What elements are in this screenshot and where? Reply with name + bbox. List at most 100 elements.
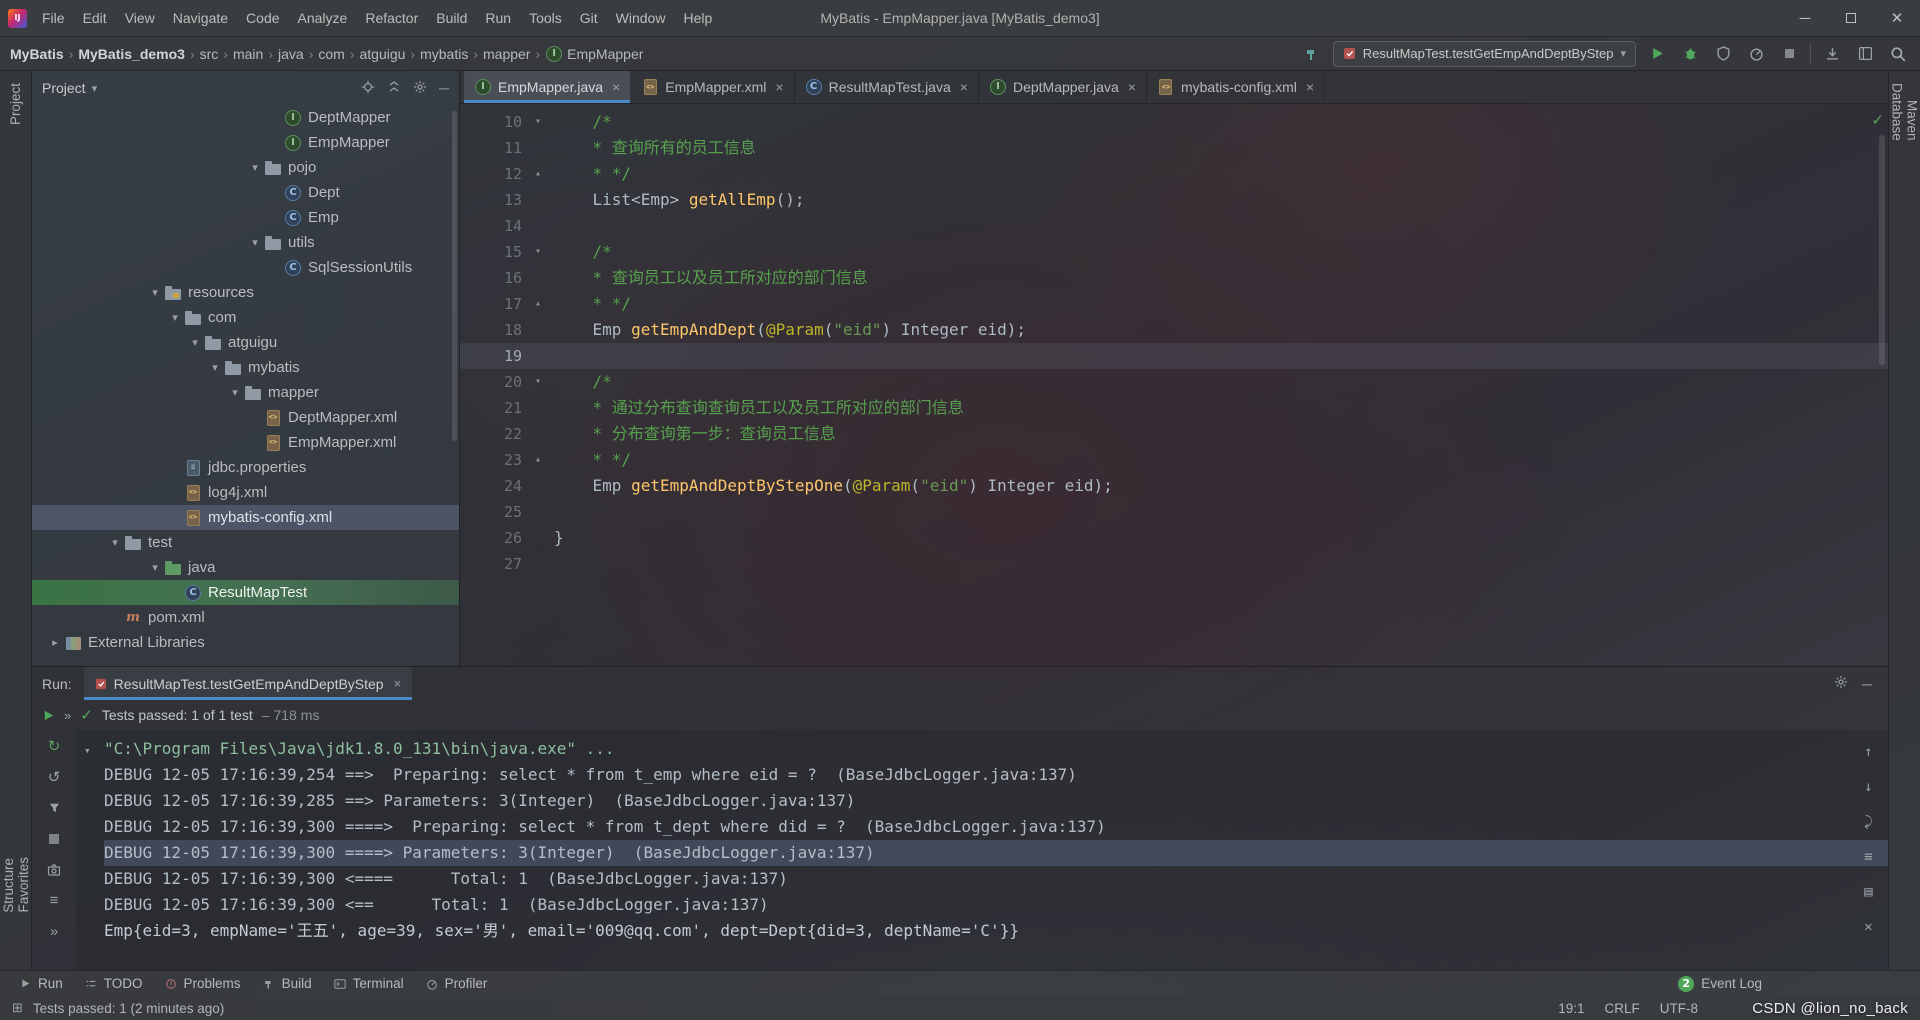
breadcrumb-item[interactable]: mybatis	[420, 46, 468, 62]
screenshot-icon[interactable]	[43, 858, 66, 881]
tree-item[interactable]: CDept	[32, 180, 459, 205]
print-icon[interactable]: ▤	[1857, 880, 1880, 903]
menu-run[interactable]: Run	[476, 0, 520, 37]
file-encoding[interactable]: UTF-8	[1660, 1001, 1698, 1016]
event-log-button[interactable]: 2 Event Log	[1678, 976, 1912, 992]
tool-tab-terminal[interactable]: Terminal	[323, 971, 415, 996]
build-hammer-icon[interactable]	[1300, 42, 1324, 66]
minimize-button[interactable]: ─	[1782, 0, 1828, 37]
menu-file[interactable]: File	[33, 0, 74, 37]
expand-icon[interactable]: »	[64, 708, 71, 723]
tool-tab-problems[interactable]: Problems	[154, 971, 252, 996]
run-configuration-select[interactable]: ResultMapTest.testGetEmpAndDeptByStep ▾	[1333, 41, 1636, 67]
breadcrumb-item[interactable]: IEmpMapper	[545, 45, 643, 63]
project-panel-title[interactable]: Project	[42, 80, 86, 96]
more-actions-icon[interactable]: »	[43, 920, 66, 943]
console-output[interactable]: ▾"C:\Program Files\Java\jdk1.8.0_131\bin…	[76, 730, 1888, 970]
close-tab-icon[interactable]: ×	[1128, 79, 1136, 95]
tree-item[interactable]: ▾mybatis	[32, 355, 459, 380]
tool-button-maven[interactable]: Maven	[1905, 88, 1920, 153]
close-tab-icon[interactable]: ×	[1306, 79, 1314, 95]
breadcrumb-item[interactable]: MyBatis_demo3	[78, 46, 185, 62]
tree-item[interactable]: IDeptMapper	[32, 105, 459, 130]
menu-edit[interactable]: Edit	[74, 0, 116, 37]
coverage-button[interactable]	[1711, 42, 1735, 66]
code-editor[interactable]: 10▾ /*11 * 查询所有的员工信息12▴ * */13 List<Emp>…	[460, 104, 1888, 666]
hide-panel-icon[interactable]: ─	[1862, 676, 1872, 692]
breadcrumb-item[interactable]: src	[200, 46, 219, 62]
editor-tab[interactable]: IDeptMapper.java×	[979, 71, 1147, 103]
tree-item[interactable]: IEmpMapper	[32, 130, 459, 155]
close-tab-icon[interactable]: ×	[612, 79, 620, 95]
tree-item[interactable]: ▾resources	[32, 280, 459, 305]
line-separator[interactable]: CRLF	[1604, 1001, 1639, 1016]
tree-item[interactable]: <>log4j.xml	[32, 480, 459, 505]
tool-button-database[interactable]: Database	[1890, 71, 1905, 153]
breadcrumb-item[interactable]: atguigu	[359, 46, 405, 62]
editor-scrollbar[interactable]	[1879, 135, 1885, 365]
close-tab-icon[interactable]: ×	[775, 79, 783, 95]
tool-button-favorites[interactable]: Favorites	[16, 845, 31, 925]
menu-navigate[interactable]: Navigate	[164, 0, 237, 37]
breadcrumb-item[interactable]: java	[278, 46, 304, 62]
collapse-all-icon[interactable]	[387, 80, 401, 97]
chevron-down-icon[interactable]: ▾	[226, 386, 244, 399]
chevron-right-icon[interactable]: ▸	[46, 636, 64, 649]
maximize-button[interactable]	[1828, 0, 1874, 37]
console-line[interactable]: DEBUG 12-05 17:16:39,300 <==== Total: 1 …	[104, 866, 1888, 892]
close-tab-icon[interactable]: ×	[960, 79, 968, 95]
menu-code[interactable]: Code	[237, 0, 288, 37]
tree-item[interactable]: ≡jdbc.properties	[32, 455, 459, 480]
fold-marker-icon[interactable]: ▴	[522, 291, 554, 317]
tree-item[interactable]: ▾atguigu	[32, 330, 459, 355]
menu-build[interactable]: Build	[427, 0, 476, 37]
fold-marker-icon[interactable]: ▾	[522, 239, 554, 265]
chevron-down-icon[interactable]: ▾	[166, 311, 184, 324]
tool-tab-todo[interactable]: TODO	[74, 971, 154, 996]
caret-position[interactable]: 19:1	[1558, 1001, 1584, 1016]
chevron-down-icon[interactable]: ▾	[92, 82, 98, 95]
console-line[interactable]: DEBUG 12-05 17:16:39,300 ====> Preparing…	[104, 814, 1888, 840]
settings-gear-icon[interactable]	[413, 80, 427, 97]
tree-item[interactable]: ▾com	[32, 305, 459, 330]
tree-item[interactable]: CSqlSessionUtils	[32, 255, 459, 280]
tree-item[interactable]: <>EmpMapper.xml	[32, 430, 459, 455]
profiler-button[interactable]	[1744, 42, 1768, 66]
clear-console-icon[interactable]: ✕	[1857, 915, 1880, 938]
fold-marker-icon[interactable]: ▾	[522, 109, 554, 135]
chevron-down-icon[interactable]: ▾	[146, 286, 164, 299]
run-button[interactable]	[1645, 42, 1669, 66]
tree-item[interactable]: <>DeptMapper.xml	[32, 405, 459, 430]
menu-help[interactable]: Help	[674, 0, 721, 37]
rerun-icon[interactable]: ↻	[43, 734, 66, 757]
tree-item[interactable]: <>mybatis-config.xml	[32, 505, 459, 530]
fold-marker-icon[interactable]: ▴	[522, 161, 554, 187]
run-tab[interactable]: ResultMapTest.testGetEmpAndDeptByStep ×	[84, 667, 413, 700]
fold-marker-icon[interactable]: ▴	[522, 447, 554, 473]
console-line[interactable]: DEBUG 12-05 17:16:39,285 ==> Parameters:…	[104, 788, 1888, 814]
editor-tab[interactable]: CResultMapTest.java×	[795, 71, 979, 103]
hide-panel-icon[interactable]: ─	[439, 80, 449, 96]
debug-button[interactable]	[1678, 42, 1702, 66]
menu-refactor[interactable]: Refactor	[356, 0, 427, 37]
chevron-down-icon[interactable]: ▾	[206, 361, 224, 374]
scroll-up-icon[interactable]: ↑	[1857, 740, 1880, 763]
soft-wrap-icon[interactable]: ⤸	[1857, 810, 1880, 833]
console-line[interactable]: "C:\Program Files\Java\jdk1.8.0_131\bin\…	[104, 736, 1888, 762]
tree-item[interactable]: ▾test	[32, 530, 459, 555]
chevron-down-icon[interactable]: ▾	[186, 336, 204, 349]
test-options-icon[interactable]: ≡	[43, 889, 66, 912]
tool-button-project[interactable]: Project	[8, 71, 23, 137]
fold-marker-icon[interactable]: ▾	[522, 369, 554, 395]
close-tab-icon[interactable]: ×	[394, 676, 402, 691]
stop-icon[interactable]	[43, 827, 66, 850]
tool-tab-profiler[interactable]: Profiler	[415, 971, 499, 996]
play-icon[interactable]	[42, 709, 55, 722]
menu-analyze[interactable]: Analyze	[289, 0, 357, 37]
inspections-ok-icon[interactable]: ✓	[1871, 111, 1884, 129]
tree-item[interactable]: CResultMapTest	[32, 580, 459, 605]
menu-window[interactable]: Window	[607, 0, 675, 37]
breadcrumb-item[interactable]: MyBatis	[10, 46, 64, 62]
menu-git[interactable]: Git	[571, 0, 607, 37]
locate-file-icon[interactable]	[361, 80, 375, 97]
